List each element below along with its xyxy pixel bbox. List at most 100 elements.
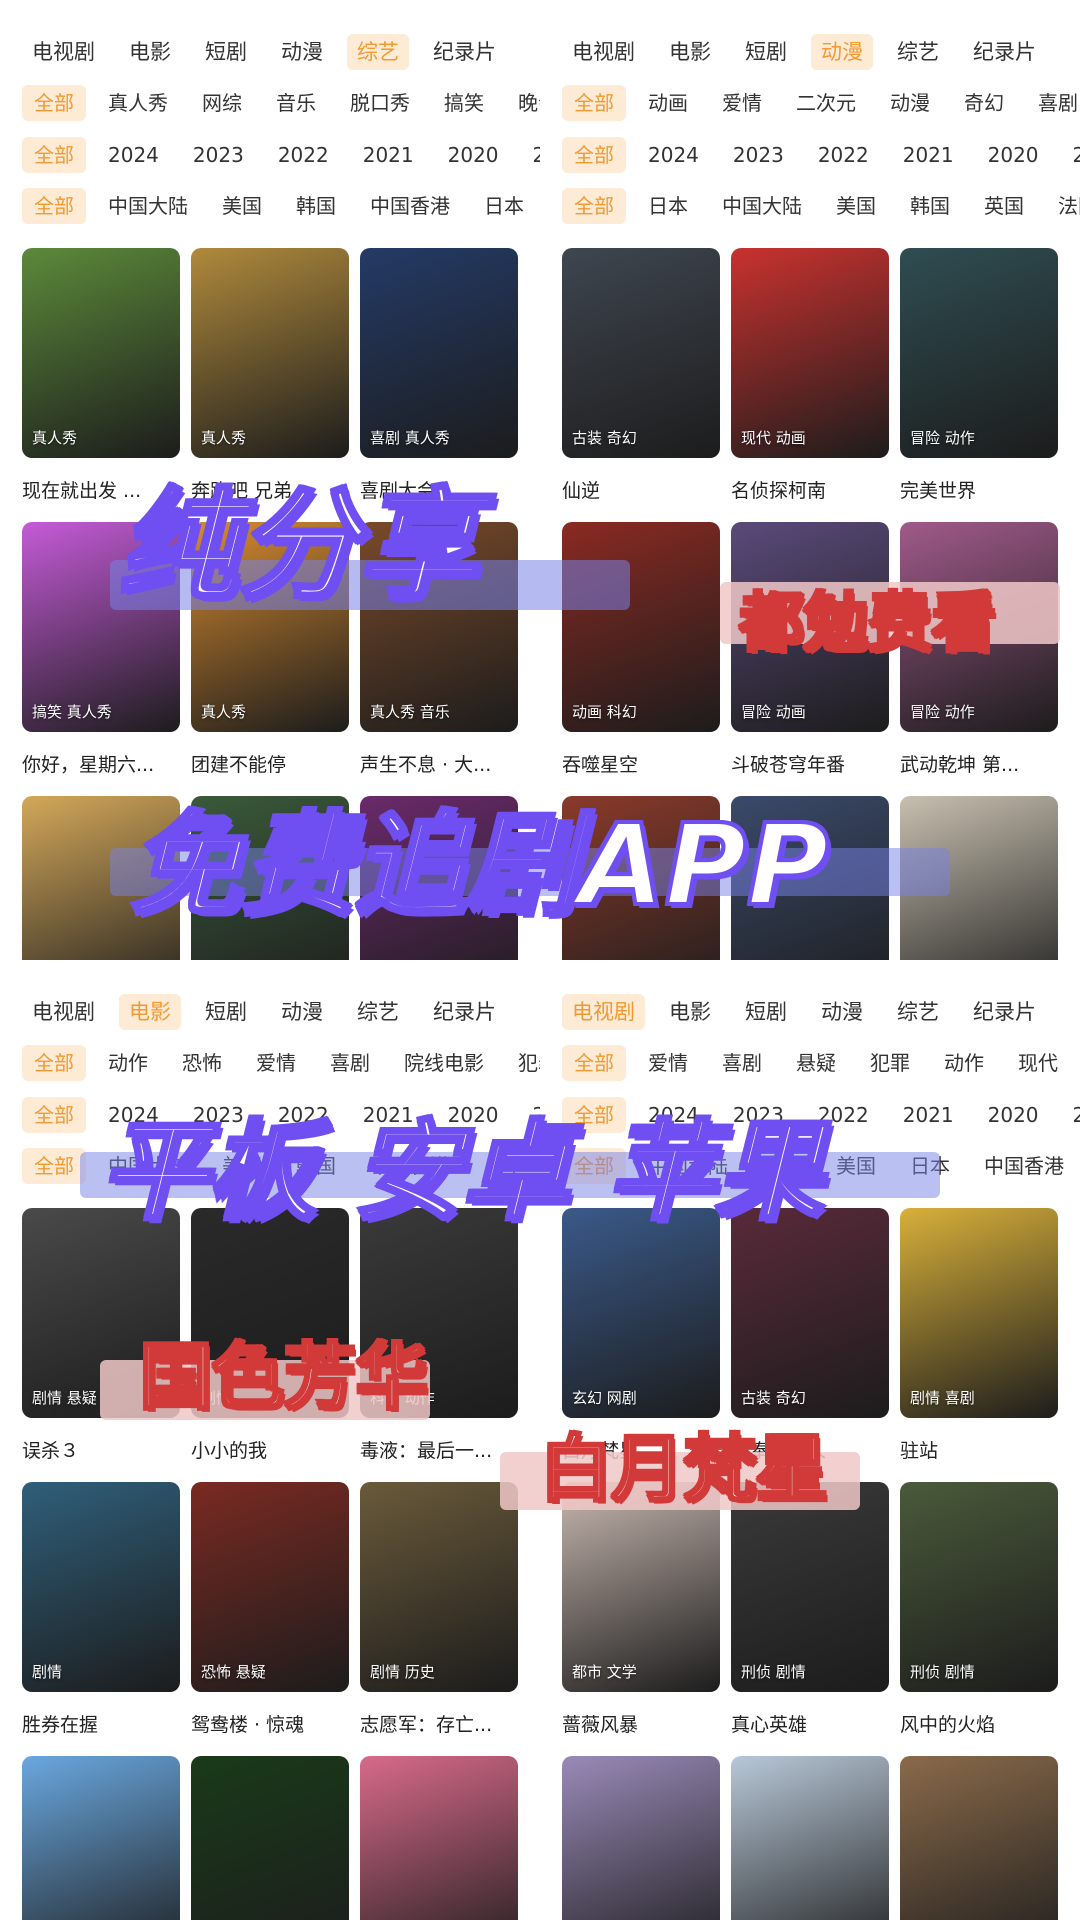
- filter-chip[interactable]: 韩国: [284, 188, 348, 224]
- media-title[interactable]: 毒液：最后一...: [360, 1436, 518, 1463]
- tab-4[interactable]: 综艺: [887, 34, 949, 70]
- poster-image[interactable]: 喜剧 真人秀: [360, 248, 518, 458]
- tab-2[interactable]: 短剧: [735, 994, 797, 1030]
- filter-chip[interactable]: 全部: [22, 85, 86, 121]
- poster-image[interactable]: 古装 奇幻: [562, 248, 720, 458]
- poster-image[interactable]: [360, 1756, 518, 1920]
- poster-image[interactable]: 动画 科幻: [562, 522, 720, 732]
- tab-5[interactable]: 纪录片: [423, 34, 506, 70]
- media-title[interactable]: 名侦探柯南: [731, 476, 889, 503]
- filter-chip[interactable]: 2021: [351, 137, 426, 173]
- filter-chip[interactable]: 爱情: [244, 1045, 308, 1081]
- filter-chip[interactable]: 喜剧: [1026, 85, 1080, 121]
- tab-5[interactable]: 纪录片: [963, 994, 1046, 1030]
- filter-chip[interactable]: 全部: [562, 85, 626, 121]
- media-title[interactable]: 吞噬星空: [562, 750, 720, 777]
- filter-chip[interactable]: 全部: [22, 1148, 86, 1184]
- media-title[interactable]: 声生不息 · 大...: [360, 750, 518, 777]
- media-title[interactable]: 完美世界: [900, 476, 1058, 503]
- filter-chip[interactable]: 韩国: [898, 188, 962, 224]
- filter-chip[interactable]: 美国: [824, 188, 888, 224]
- media-title[interactable]: 武动乾坤 第...: [900, 750, 1058, 777]
- tab-4[interactable]: 综艺: [347, 34, 409, 70]
- filter-chip[interactable]: 动作: [932, 1045, 996, 1081]
- tab-2[interactable]: 短剧: [195, 994, 257, 1030]
- poster-image[interactable]: 刑侦 剧情: [900, 1482, 1058, 1692]
- filter-chip[interactable]: 爱情: [636, 1045, 700, 1081]
- media-title[interactable]: 真心英雄: [731, 1710, 889, 1737]
- filter-chip[interactable]: 2024: [636, 137, 711, 173]
- tab-1[interactable]: 电影: [119, 34, 181, 70]
- tab-5[interactable]: 纪录片: [963, 34, 1046, 70]
- filter-chip[interactable]: 全部: [562, 1045, 626, 1081]
- filter-chip[interactable]: 动画: [636, 85, 700, 121]
- filter-chip[interactable]: 悬疑: [784, 1045, 848, 1081]
- filter-chip[interactable]: 美国: [210, 188, 274, 224]
- filter-chip[interactable]: 英国: [972, 188, 1036, 224]
- tab-0[interactable]: 电视剧: [22, 34, 105, 70]
- filter-chip[interactable]: 二次元: [784, 85, 868, 121]
- filter-chip[interactable]: 法国: [1046, 188, 1080, 224]
- filter-chip[interactable]: 2024: [96, 137, 171, 173]
- filter-chip[interactable]: 犯罪: [858, 1045, 922, 1081]
- filter-chip[interactable]: 中国大陆: [710, 188, 814, 224]
- tab-1[interactable]: 电影: [659, 34, 721, 70]
- filter-chip[interactable]: 喜剧: [710, 1045, 774, 1081]
- filter-chip[interactable]: 2023: [721, 137, 796, 173]
- media-title[interactable]: 志愿军：存亡...: [360, 1710, 518, 1737]
- filter-chip[interactable]: 2020: [976, 137, 1051, 173]
- media-title[interactable]: 斗破苍穹年番: [731, 750, 889, 777]
- filter-chip[interactable]: 全部: [562, 188, 626, 224]
- filter-chip[interactable]: 2021: [891, 137, 966, 173]
- media-title[interactable]: 你好，星期六...: [22, 750, 180, 777]
- tab-0[interactable]: 电视剧: [562, 34, 645, 70]
- media-title[interactable]: 仙逆: [562, 476, 720, 503]
- tab-5[interactable]: 纪录片: [423, 994, 506, 1030]
- filter-chip[interactable]: 脱口秀: [338, 85, 422, 121]
- poster-image[interactable]: [191, 1756, 349, 1920]
- filter-chip[interactable]: 犯罪: [506, 1045, 540, 1081]
- tab-1[interactable]: 电影: [119, 994, 181, 1030]
- filter-chip[interactable]: 搞笑: [432, 85, 496, 121]
- filter-chip[interactable]: 全部: [22, 188, 86, 224]
- poster-image[interactable]: 真人秀: [191, 248, 349, 458]
- poster-image[interactable]: 剧情 历史: [360, 1482, 518, 1692]
- filter-chip[interactable]: 日本: [636, 188, 700, 224]
- poster-image[interactable]: [22, 1756, 180, 1920]
- filter-chip[interactable]: 2019: [521, 137, 540, 173]
- poster-image[interactable]: 冒险 动作: [900, 248, 1058, 458]
- filter-chip[interactable]: 晚会: [506, 85, 540, 121]
- filter-chip[interactable]: 全部: [22, 1097, 86, 1133]
- filter-chip[interactable]: 全部: [562, 137, 626, 173]
- filter-chip[interactable]: 真人秀: [96, 85, 180, 121]
- filter-chip[interactable]: 网综: [190, 85, 254, 121]
- media-title[interactable]: 胜券在握: [22, 1710, 180, 1737]
- tab-3[interactable]: 动漫: [271, 994, 333, 1030]
- filter-chip[interactable]: 2020: [976, 1097, 1051, 1133]
- tab-2[interactable]: 短剧: [195, 34, 257, 70]
- filter-chip[interactable]: 中国大陆: [96, 188, 200, 224]
- poster-image[interactable]: [562, 1756, 720, 1920]
- tab-3[interactable]: 动漫: [811, 34, 873, 70]
- filter-chip[interactable]: 2023: [181, 137, 256, 173]
- filter-chip[interactable]: 奇幻: [952, 85, 1016, 121]
- media-title[interactable]: 团建不能停: [191, 750, 349, 777]
- filter-chip[interactable]: 现代: [1006, 1045, 1070, 1081]
- filter-chip[interactable]: 喜剧: [318, 1045, 382, 1081]
- tab-3[interactable]: 动漫: [271, 34, 333, 70]
- tab-2[interactable]: 短剧: [735, 34, 797, 70]
- media-title[interactable]: 小小的我: [191, 1436, 349, 1463]
- filter-chip[interactable]: 动作: [96, 1045, 160, 1081]
- media-title[interactable]: 鸳鸯楼 · 惊魂: [191, 1710, 349, 1737]
- filter-chip[interactable]: 动漫: [878, 85, 942, 121]
- poster-image[interactable]: 剧情 喜剧: [900, 1208, 1058, 1418]
- filter-chip[interactable]: 2020: [436, 137, 511, 173]
- media-title[interactable]: 驻站: [900, 1436, 1058, 1463]
- filter-chip[interactable]: 全部: [22, 1045, 86, 1081]
- poster-image[interactable]: [731, 1756, 889, 1920]
- filter-chip[interactable]: 爱情: [710, 85, 774, 121]
- filter-chip[interactable]: 2022: [266, 137, 341, 173]
- poster-image[interactable]: 剧情: [22, 1482, 180, 1692]
- poster-image[interactable]: 恐怖 悬疑: [191, 1482, 349, 1692]
- poster-image[interactable]: 现代 动画: [731, 248, 889, 458]
